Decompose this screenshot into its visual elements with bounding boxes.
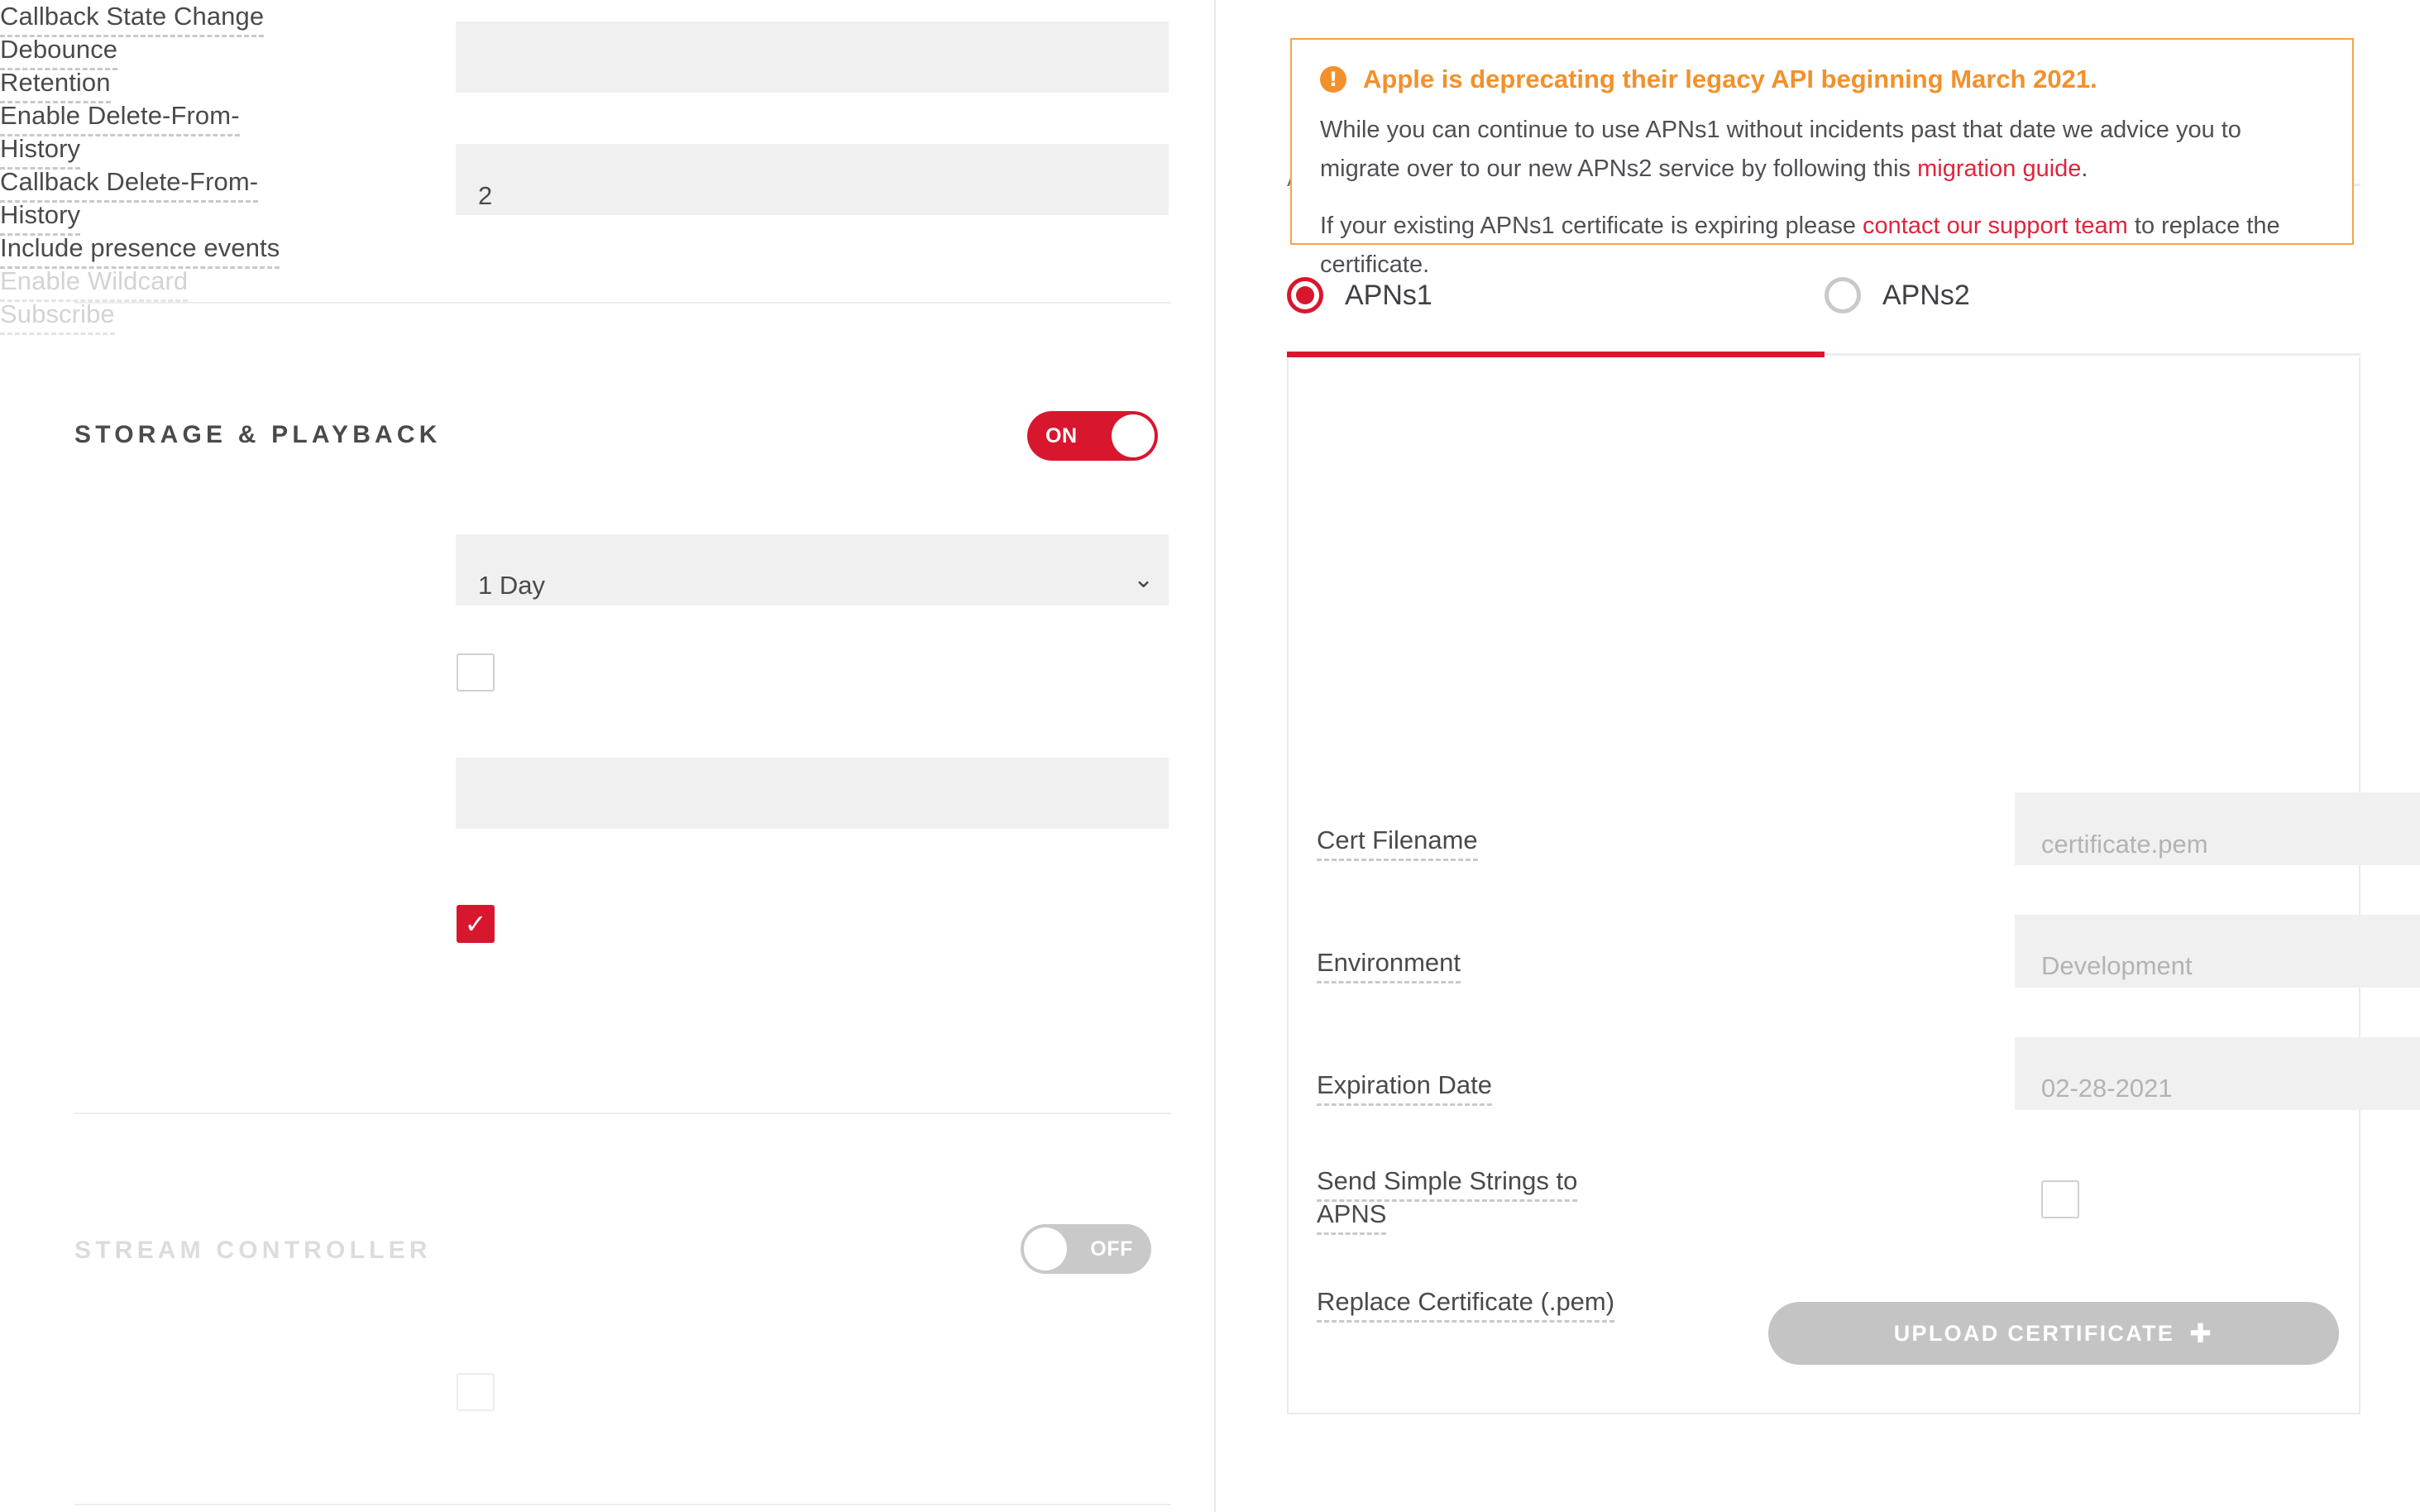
include-presence-events-label: Include presence events	[0, 232, 281, 265]
cert-filename-label: Cert Filename	[1317, 824, 1631, 857]
enable-delete-from-history-label: Enable Delete-From-History	[0, 99, 314, 165]
callback-state-change-input[interactable]	[456, 22, 1169, 93]
alert-p2-text-a: If your existing APNs1 certificate is ex…	[1320, 213, 1863, 239]
send-simple-strings-checkbox[interactable]	[2041, 1180, 2079, 1218]
plus-icon: ✚	[2189, 1320, 2213, 1347]
exclamation-icon: !	[1320, 66, 1346, 93]
contact-support-link[interactable]: contact our support team	[1863, 213, 2128, 239]
expiration-date-label: Expiration Date	[1317, 1069, 1631, 1102]
stream-controller-toggle[interactable]: OFF	[1021, 1224, 1151, 1274]
apns1-panel-card	[1287, 357, 2360, 1414]
debounce-input[interactable]	[456, 144, 1169, 215]
check-icon: ✓	[465, 911, 487, 937]
settings-page: Callback State Change Debounce 2 STORAGE…	[0, 0, 2420, 1512]
upload-certificate-button[interactable]: UPLOAD CERTIFICATE ✚	[1768, 1302, 2339, 1365]
tab-inactive-underline	[1825, 353, 2360, 356]
section-divider-1	[74, 302, 1171, 304]
alert-title: Apple is deprecating their legacy API be…	[1363, 65, 2097, 94]
storage-playback-toggle[interactable]: ON	[1027, 411, 1158, 461]
tab-active-underline	[1287, 352, 1825, 357]
alert-paragraph-2: If your existing APNs1 certificate is ex…	[1320, 207, 2324, 285]
radio-selected-icon	[1287, 277, 1323, 313]
section-divider-3	[74, 1504, 1171, 1505]
debounce-label: Debounce	[0, 33, 389, 66]
migration-guide-link[interactable]: migration guide	[1917, 156, 2081, 182]
callback-delete-from-history-label: Callback Delete-From-History	[0, 165, 314, 232]
alert-p1-text-b: .	[2081, 156, 2088, 182]
environment-placeholder: Development	[2041, 953, 2193, 978]
stream-controller-title: STREAM CONTROLLER	[74, 1237, 432, 1265]
apple-push-credentials-pane: APPLE PUSH CREDENTIALS APNs1 APNs2 ! App…	[1214, 0, 2420, 1512]
replace-certificate-label: Replace Certificate (.pem)	[1317, 1285, 1648, 1318]
alert-p1-text-a: While you can continue to use APNs1 with…	[1320, 117, 2241, 182]
toggle-knob	[1112, 414, 1155, 457]
storage-playback-toggle-label: ON	[1045, 424, 1078, 448]
send-simple-strings-label: Send Simple Strings to APNS	[1317, 1165, 1648, 1231]
deprecation-alert: ! Apple is deprecating their legacy API …	[1290, 38, 2354, 245]
expiration-date-placeholder: 02-28-2021	[2041, 1075, 2173, 1101]
retention-select[interactable]	[456, 534, 1169, 605]
retention-select-value: 1 Day	[478, 572, 545, 598]
chevron-down-icon: ⌄	[1133, 567, 1154, 592]
include-presence-events-checkbox[interactable]: ✓	[457, 905, 495, 943]
cert-filename-placeholder: certificate.pem	[2041, 831, 2208, 857]
section-divider-2	[74, 1112, 1171, 1114]
alert-heading: ! Apple is deprecating their legacy API …	[1320, 65, 2324, 94]
enable-wildcard-subscribe-label: Enable Wildcard Subscribe	[0, 265, 281, 331]
enable-delete-from-history-checkbox[interactable]	[457, 653, 495, 691]
upload-certificate-label: UPLOAD CERTIFICATE	[1894, 1321, 2174, 1347]
retention-label: Retention	[0, 66, 356, 99]
enable-wildcard-subscribe-checkbox[interactable]	[457, 1373, 495, 1411]
debounce-input-value: 2	[478, 183, 492, 208]
toggle-knob	[1024, 1227, 1067, 1270]
environment-label: Environment	[1317, 946, 1631, 979]
callback-state-change-label: Callback State Change	[0, 0, 389, 33]
left-settings-pane: Callback State Change Debounce 2 STORAGE…	[0, 0, 1214, 1512]
alert-body: While you can continue to use APNs1 with…	[1320, 111, 2324, 285]
storage-playback-title: STORAGE & PLAYBACK	[74, 421, 442, 449]
alert-paragraph-1: While you can continue to use APNs1 with…	[1320, 111, 2324, 189]
callback-delete-from-history-input[interactable]	[456, 758, 1169, 829]
stream-controller-toggle-label: OFF	[1090, 1237, 1133, 1261]
